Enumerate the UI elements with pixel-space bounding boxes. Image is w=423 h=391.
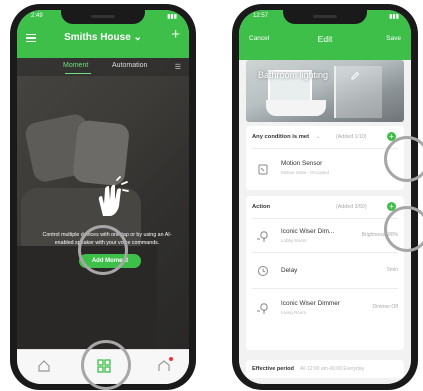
edit-pencil-icon[interactable] bbox=[350, 71, 360, 81]
tab-moment[interactable]: Moment bbox=[63, 62, 88, 69]
effective-period-value: All 12:00 am-06:00 Everyday bbox=[300, 366, 365, 372]
highlight-ring bbox=[384, 206, 423, 252]
notch bbox=[61, 10, 145, 24]
highlight-ring bbox=[78, 225, 128, 275]
action-device: Iconic Wiser Dim... bbox=[281, 228, 335, 235]
motion-sensor-icon bbox=[258, 164, 268, 175]
action-room: Lobby Room bbox=[281, 238, 307, 243]
action-count: (Added 3/50) bbox=[336, 204, 367, 210]
notch bbox=[283, 10, 367, 24]
bulb-icon bbox=[257, 231, 268, 242]
condition-title[interactable]: Any condition is met bbox=[252, 134, 309, 140]
scene-cover-photo[interactable]: Bathroom lighting bbox=[246, 60, 404, 122]
tab-automation[interactable]: Automation bbox=[112, 62, 147, 69]
bulb-icon bbox=[257, 303, 268, 314]
highlight-ring bbox=[81, 340, 131, 390]
profile-icon[interactable] bbox=[157, 357, 173, 373]
action-value: Dimmer:Off bbox=[372, 304, 398, 310]
action-device: Iconic Wiser Dimmer bbox=[281, 300, 340, 307]
condition-state: Motion State : Occupied bbox=[281, 170, 330, 175]
status-time: 2:49 bbox=[31, 13, 43, 19]
condition-device: Motion Sensor bbox=[281, 160, 323, 167]
battery-icon: ▮▮▮ bbox=[167, 14, 177, 20]
action-value: 5min bbox=[387, 267, 398, 273]
screen: 12:57 ▮▮▮ Cancel Edit Save Bathroom ligh… bbox=[239, 10, 411, 384]
screen: 2:49 ▮▮▮ Smiths House ⌄ + Moment Automat… bbox=[17, 10, 189, 384]
effective-period-row[interactable]: Effective period All 12:00 am-06:00 Ever… bbox=[246, 360, 404, 378]
condition-count: (Added 1/10) bbox=[336, 134, 367, 140]
notification-dot bbox=[169, 357, 173, 361]
highlight-ring bbox=[384, 136, 423, 182]
action-title: Action bbox=[252, 204, 271, 210]
add-icon[interactable]: + bbox=[171, 27, 180, 42]
scene-tabs: Moment Automation ☰ bbox=[17, 58, 189, 76]
action-delay: Delay bbox=[281, 267, 298, 274]
phone-moment-screen: 2:49 ▮▮▮ Smiths House ⌄ + Moment Automat… bbox=[10, 4, 196, 390]
action-card: Action (Added 3/50) + Iconic Wiser Dim..… bbox=[246, 196, 404, 350]
home-icon[interactable] bbox=[37, 359, 51, 373]
battery-icon: ▮▮▮ bbox=[389, 14, 399, 20]
scene-name: Bathroom lighting bbox=[258, 70, 329, 80]
home-selector[interactable]: Smiths House ⌄ bbox=[17, 32, 189, 43]
chevron-down-icon[interactable]: ⌄ bbox=[316, 134, 320, 140]
list-icon[interactable]: ☰ bbox=[175, 63, 181, 71]
tap-hand-icon bbox=[98, 176, 129, 216]
active-tab-indicator bbox=[65, 73, 91, 75]
effective-period-label: Effective period bbox=[252, 366, 294, 372]
phone-edit-screen: 12:57 ▮▮▮ Cancel Edit Save Bathroom ligh… bbox=[232, 4, 423, 390]
save-button[interactable]: Save bbox=[386, 35, 401, 42]
condition-card: Any condition is met ⌄ (Added 1/10) + Mo… bbox=[246, 126, 404, 190]
action-room: Living Room bbox=[281, 310, 307, 315]
clock-icon bbox=[258, 266, 268, 276]
status-time: 12:57 bbox=[253, 13, 269, 19]
